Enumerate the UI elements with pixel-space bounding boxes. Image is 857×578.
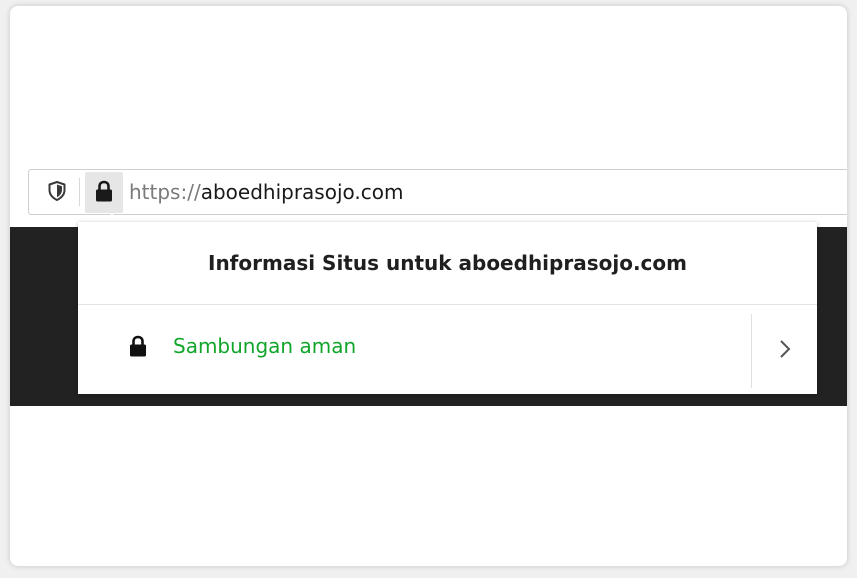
connection-status-label: Sambungan aman: [173, 334, 357, 358]
lock-icon: [128, 335, 148, 361]
chevron-right-icon: [779, 339, 791, 363]
tracking-protection-button[interactable]: [37, 175, 77, 210]
url-bar[interactable]: https://aboedhiprasojo.com: [28, 169, 847, 215]
site-info-panel: Informasi Situs untuk aboedhiprasojo.com…: [78, 222, 817, 394]
connection-row[interactable]: Sambungan aman: [78, 310, 751, 384]
url-host: aboedhiprasojo.com: [200, 180, 404, 204]
connection-details-button[interactable]: [752, 314, 817, 388]
site-identity-button[interactable]: [85, 172, 123, 213]
urlbar-separator: [79, 178, 80, 206]
url-text[interactable]: https://aboedhiprasojo.com: [129, 180, 403, 204]
shield-icon: [48, 180, 66, 205]
lock-icon: [94, 180, 114, 206]
window-frame: https://aboedhiprasojo.com Informasi Sit…: [10, 6, 847, 566]
panel-title: Informasi Situs untuk aboedhiprasojo.com: [78, 222, 817, 305]
url-scheme: https://: [129, 180, 201, 204]
